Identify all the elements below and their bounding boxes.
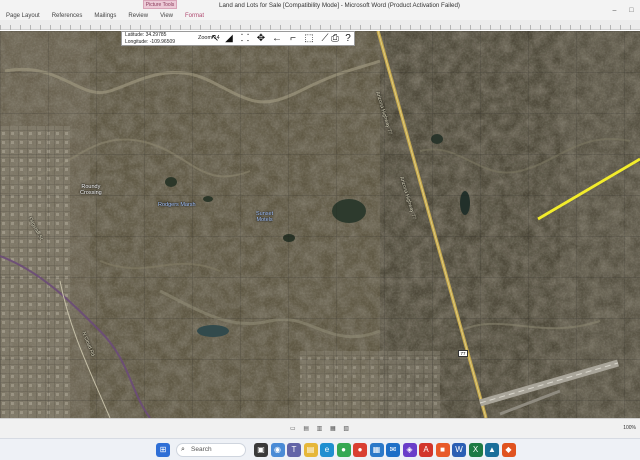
- edge-icon[interactable]: e: [320, 443, 334, 457]
- pointer-icon[interactable]: ↖: [208, 33, 222, 45]
- print-icon[interactable]: ⎙: [328, 33, 342, 45]
- word-icon[interactable]: W: [452, 443, 466, 457]
- brave-icon[interactable]: ◆: [501, 443, 516, 457]
- view-mode-icons[interactable]: ▭ ▤ ▥ ▦ ▧: [290, 425, 352, 432]
- map-label-town: Roundy Crossing: [80, 184, 102, 196]
- longitude-readout: Longitude: -109.96509: [125, 38, 176, 45]
- maximize-button[interactable]: □: [629, 7, 633, 14]
- pdf-icon[interactable]: ■: [435, 443, 450, 457]
- eraser-icon[interactable]: ◢: [222, 33, 236, 45]
- status-bar: ▭ ▤ ▥ ▦ ▧ 100%: [0, 418, 640, 438]
- search-placeholder: Search: [191, 446, 212, 453]
- map-label-lake: Sunset Motels: [256, 211, 274, 223]
- chrome-icon[interactable]: ●: [336, 443, 351, 457]
- map-toolbar: Latitude: 34.29785 Longitude: -109.96509…: [121, 31, 355, 46]
- measure-icon[interactable]: ⸬: [238, 33, 252, 45]
- search-icon: ⌕: [181, 446, 185, 453]
- help-icon[interactable]: ?: [341, 33, 355, 45]
- satellite-map[interactable]: Roundy Crossing Rodgers Marsh Sunset Mot…: [0, 31, 640, 418]
- coordinate-readout: Latitude: 34.29785 Longitude: -109.96509: [125, 32, 175, 45]
- horizontal-ruler[interactable]: [0, 20, 640, 30]
- excel-icon[interactable]: X: [468, 443, 483, 457]
- store-icon[interactable]: ▦: [369, 443, 384, 457]
- map-imagery: [0, 31, 640, 418]
- pan-icon[interactable]: ✥: [254, 33, 268, 45]
- file-explorer-icon[interactable]: ▤: [303, 443, 318, 457]
- picture-tools-group-label: Picture Tools: [143, 0, 177, 9]
- back-icon[interactable]: ←: [270, 33, 284, 45]
- document-title: Land and Lots for Sale [Compatibility Mo…: [219, 2, 460, 9]
- ruler-ticks: [0, 25, 640, 30]
- window-controls: – □: [606, 0, 640, 20]
- acrobat-icon[interactable]: A: [419, 443, 433, 457]
- taskbar-search[interactable]: ⌕ Search: [176, 443, 246, 457]
- word-title-bar: Picture Tools Land and Lots for Sale [Co…: [0, 0, 640, 20]
- task-view-icon[interactable]: ▣: [254, 443, 268, 457]
- mail-icon[interactable]: ✉: [386, 443, 400, 457]
- teams-icon[interactable]: T: [287, 443, 301, 457]
- zoom-percent[interactable]: 100%: [623, 425, 636, 431]
- map-label-marsh: Rodgers Marsh: [158, 202, 196, 208]
- fit-extent-icon[interactable]: ⌐: [286, 33, 300, 45]
- minimize-button[interactable]: –: [612, 7, 616, 14]
- windows-taskbar: ⌕ Search ⊞ ▣ ◉ T ▤ e ● ● ▦ ✉ ◈ A ■ W X ▲ ◆: [0, 438, 640, 460]
- zoom-box-icon[interactable]: ⬚: [302, 33, 316, 45]
- route-shield: 77: [458, 350, 468, 357]
- chrome-alt-icon[interactable]: ●: [353, 443, 367, 457]
- photos-icon[interactable]: ◈: [402, 443, 417, 457]
- widgets-icon[interactable]: ◉: [270, 443, 285, 457]
- app-icon[interactable]: ▲: [485, 443, 499, 457]
- start-icon[interactable]: ⊞: [156, 443, 170, 457]
